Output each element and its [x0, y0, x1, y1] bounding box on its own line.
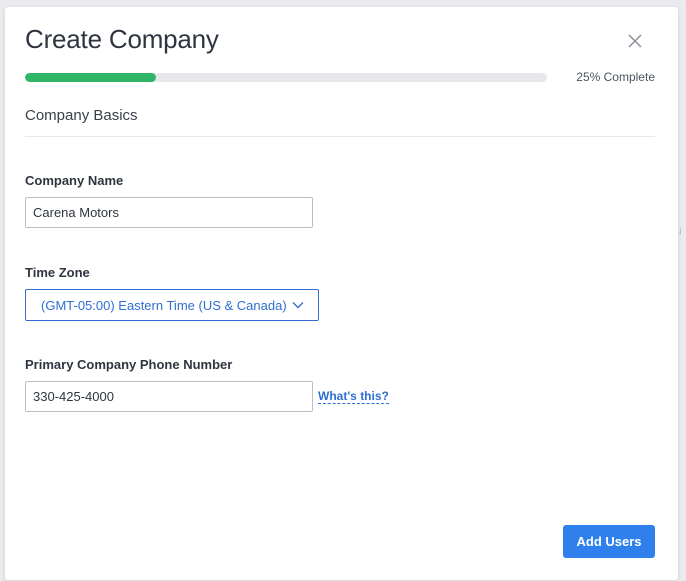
time-zone-selected-value: (GMT-05:00) Eastern Time (US & Canada) — [41, 298, 287, 313]
time-zone-label: Time Zone — [25, 265, 90, 280]
company-name-label: Company Name — [25, 173, 124, 188]
section-divider — [25, 136, 655, 137]
dialog-title: Create Company — [25, 24, 219, 54]
progress-bar-fill — [25, 73, 156, 82]
phone-label: Primary Company Phone Number — [25, 357, 233, 372]
section-title: Company Basics — [25, 107, 138, 124]
create-company-dialog: Create Company 25% Complete Company Basi… — [5, 7, 678, 580]
close-icon — [628, 34, 642, 48]
progress-bar — [25, 73, 547, 82]
phone-input[interactable] — [25, 381, 313, 412]
time-zone-select[interactable]: (GMT-05:00) Eastern Time (US & Canada) — [25, 289, 319, 321]
chevron-down-icon — [292, 302, 304, 309]
whats-this-link[interactable]: What's this? — [318, 389, 389, 404]
company-name-input[interactable] — [25, 197, 313, 228]
close-button[interactable] — [625, 31, 645, 51]
progress-label: 25% Complete — [576, 70, 655, 84]
add-users-button[interactable]: Add Users — [563, 525, 655, 558]
